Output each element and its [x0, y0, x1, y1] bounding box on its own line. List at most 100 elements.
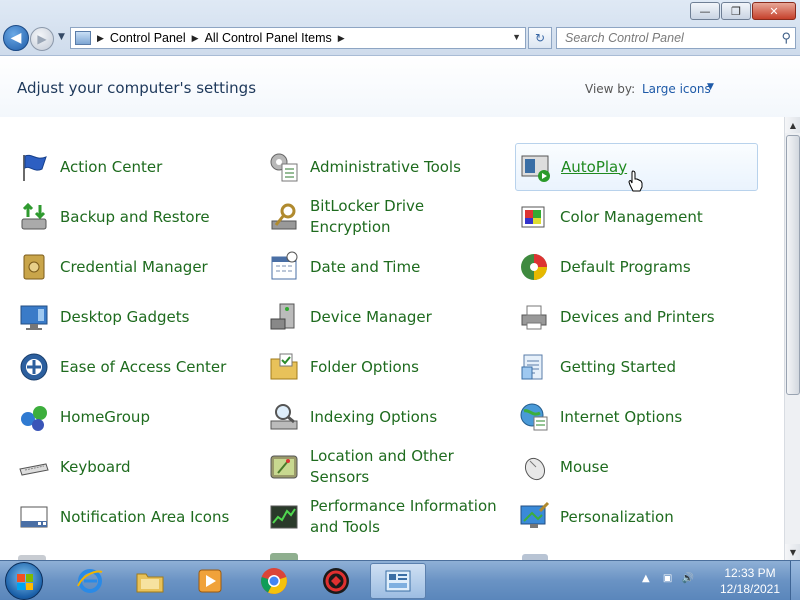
notification-icon — [17, 500, 51, 534]
item-date-and-time[interactable]: Date and Time — [265, 243, 505, 291]
maximize-button[interactable]: ❐ — [721, 2, 751, 20]
chevron-right-icon[interactable]: ▶ — [338, 33, 345, 44]
item-label: Folder Options — [310, 357, 419, 376]
item-label: Ease of Access Center — [60, 357, 227, 376]
calendar-icon — [267, 250, 301, 284]
scroll-thumb[interactable] — [786, 135, 800, 395]
search-placeholder: Search Control Panel — [565, 31, 684, 45]
item-bitlocker-drive-encryption[interactable]: BitLocker Drive Encryption — [265, 193, 505, 241]
breadcrumb-all-items[interactable]: All Control Panel Items — [205, 31, 332, 45]
forward-button[interactable]: ▶ — [30, 27, 54, 51]
keyboard-icon — [17, 450, 51, 484]
homegroup-icon — [17, 400, 51, 434]
refresh-icon: ↻ — [534, 31, 546, 45]
bitlocker-icon — [267, 200, 301, 234]
network-icon[interactable]: ▣ — [663, 573, 672, 584]
recent-pages-dropdown[interactable]: ▼ — [58, 32, 65, 42]
item-folder-options[interactable]: Folder Options — [265, 343, 505, 391]
accessibility-icon — [17, 350, 51, 384]
show-desktop-button[interactable] — [790, 561, 800, 600]
item-personalization[interactable]: Personalization — [515, 493, 755, 541]
taskbar-media-player[interactable] — [182, 563, 238, 599]
arrow-right-icon: ▶ — [37, 32, 47, 46]
clock[interactable]: 12:33 PM 12/18/2021 — [715, 565, 785, 597]
taskbar-chrome[interactable] — [246, 563, 302, 599]
minimize-button[interactable]: — — [690, 2, 720, 20]
item-default-programs[interactable]: Default Programs — [515, 243, 755, 291]
chevron-right-icon[interactable]: ▶ — [192, 33, 199, 44]
item-credential-manager[interactable]: Credential Manager — [15, 243, 255, 291]
performance-icon — [267, 500, 301, 534]
media-player-icon — [198, 569, 222, 593]
search-icon[interactable]: ⚲ — [781, 30, 791, 46]
item-label: Action Center — [60, 157, 163, 176]
item-location-and-other-sensors[interactable]: Location and Other Sensors — [265, 443, 505, 491]
taskbar-internet-explorer[interactable] — [62, 563, 118, 599]
taskbar-control-panel[interactable] — [370, 563, 426, 599]
control-panel-items: Action Center Administrative Tools AutoP… — [0, 117, 784, 560]
item-indexing-options[interactable]: Indexing Options — [265, 393, 505, 441]
content-header: Adjust your computer's settings View by:… — [0, 57, 800, 117]
item-devices-and-printers[interactable]: Devices and Printers — [515, 293, 755, 341]
hand-cursor-icon — [628, 170, 643, 192]
search-input[interactable]: Search Control Panel ⚲ — [556, 27, 796, 49]
app-red-icon — [323, 568, 349, 594]
item-backup-and-restore[interactable]: Backup and Restore — [15, 193, 255, 241]
item-administrative-tools[interactable]: Administrative Tools — [265, 143, 505, 191]
taskbar-file-explorer[interactable] — [122, 563, 178, 599]
scroll-down-icon[interactable]: ▼ — [785, 544, 800, 560]
chevron-down-icon[interactable]: ▼ — [707, 82, 714, 92]
address-bar[interactable]: ▶ Control Panel ▶ All Control Panel Item… — [70, 27, 526, 49]
item-notification-area-icons[interactable]: Notification Area Icons — [15, 493, 255, 541]
control-panel-address-icon — [75, 31, 91, 45]
vertical-scrollbar[interactable]: ▲ ▼ — [784, 117, 800, 560]
item-internet-options[interactable]: Internet Options — [515, 393, 755, 441]
item-label: Device Manager — [310, 307, 432, 326]
item-label: Keyboard — [60, 457, 131, 476]
show-hidden-icons-icon[interactable]: ▲ — [642, 573, 650, 584]
volume-icon[interactable]: 🔊 — [682, 573, 694, 584]
scroll-up-icon[interactable]: ▲ — [785, 117, 800, 133]
item-device-manager[interactable]: Device Manager — [265, 293, 505, 341]
item-mouse[interactable]: Mouse — [515, 443, 755, 491]
item-label: Devices and Printers — [560, 307, 715, 326]
internet-icon — [517, 400, 551, 434]
item-label: Backup and Restore — [60, 207, 210, 226]
start-button[interactable] — [5, 562, 43, 600]
item-desktop-gadgets[interactable]: Desktop Gadgets — [15, 293, 255, 341]
taskbar-app-red[interactable] — [308, 563, 364, 599]
item-color-management[interactable]: Color Management — [515, 193, 755, 241]
breadcrumb-control-panel[interactable]: Control Panel — [110, 31, 186, 45]
item-homegroup[interactable]: HomeGroup — [15, 393, 255, 441]
flag-icon — [17, 150, 51, 184]
backup-icon — [17, 200, 51, 234]
item-label: Desktop Gadgets — [60, 307, 190, 326]
folder-icon — [267, 350, 301, 384]
chrome-icon — [261, 568, 287, 594]
gadgets-icon — [17, 300, 51, 334]
item-action-center[interactable]: Action Center — [15, 143, 255, 191]
system-tray: ▲ ▣ 🔊 — [642, 573, 694, 584]
item-label: Getting Started — [560, 357, 676, 376]
refresh-button[interactable]: ↻ — [528, 27, 552, 49]
item-performance-information-and-tools[interactable]: Performance Information and Tools — [265, 493, 505, 541]
item-label: Credential Manager — [60, 257, 208, 276]
view-by-dropdown[interactable]: Large icons — [642, 82, 711, 96]
gps-icon — [267, 450, 301, 484]
close-button[interactable]: ✕ — [752, 2, 796, 20]
color-icon — [517, 200, 551, 234]
item-keyboard[interactable]: Keyboard — [15, 443, 255, 491]
item-ease-of-access-center[interactable]: Ease of Access Center — [15, 343, 255, 391]
item-label: Performance Information and Tools — [310, 497, 497, 536]
default-programs-icon — [517, 250, 551, 284]
address-dropdown-icon[interactable]: ▼ — [512, 32, 521, 42]
item-label: Mouse — [560, 457, 609, 476]
back-button[interactable]: ◀ — [3, 25, 29, 51]
window-chrome: — ❐ ✕ ◀ ▶ ▼ ▶ Control Panel ▶ All Contro… — [0, 0, 800, 56]
item-label: HomeGroup — [60, 407, 150, 426]
page-title: Adjust your computer's settings — [17, 79, 257, 97]
item-label: Default Programs — [560, 257, 691, 276]
item-getting-started[interactable]: Getting Started — [515, 343, 755, 391]
chevron-right-icon[interactable]: ▶ — [97, 33, 104, 44]
autoplay-icon — [518, 150, 552, 184]
